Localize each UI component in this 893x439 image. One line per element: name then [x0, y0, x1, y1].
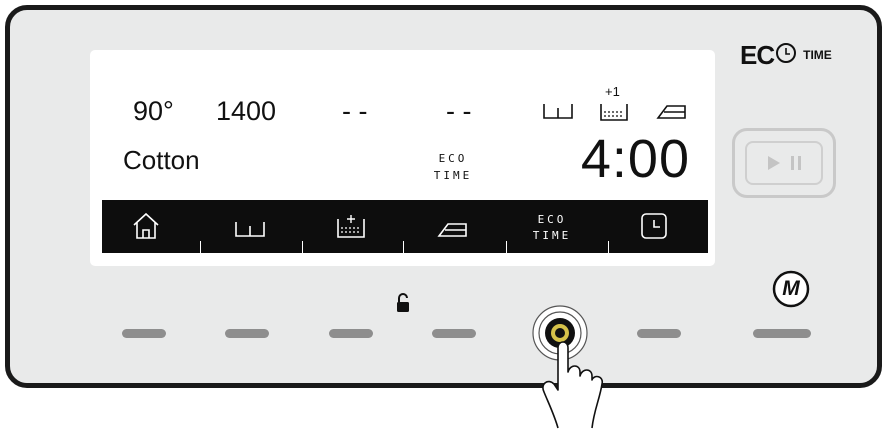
menu-separator: [608, 241, 609, 253]
menu-separator: [200, 241, 201, 253]
touch-button-3[interactable]: [329, 329, 373, 338]
play-pause-button[interactable]: [732, 128, 836, 198]
brand-time-text: TIME: [803, 48, 832, 62]
delay-timer-icon[interactable]: [634, 208, 674, 244]
temperature-value: 90°: [133, 96, 174, 126]
menu-separator: [302, 241, 303, 253]
option2-value: - -: [446, 96, 472, 126]
easy-iron-icon: [655, 94, 689, 122]
spin-value: 1400: [216, 96, 277, 126]
brand-eco-text: EC: [740, 39, 775, 70]
touch-button-m[interactable]: [753, 329, 811, 338]
option1-value: - -: [342, 96, 368, 126]
eco-time-menu-line1: ECO: [537, 213, 567, 226]
clock-icon: [775, 42, 797, 69]
spin-icon: [541, 94, 575, 122]
time-remaining: 4:00: [580, 129, 690, 189]
eco-time-menu-line2: TIME: [532, 229, 572, 242]
program-name: Cotton: [123, 145, 200, 175]
eco-time-label: ECO TIME: [426, 150, 480, 184]
menu-bar: ECO TIME: [102, 200, 708, 253]
touch-button-1[interactable]: [122, 329, 166, 338]
spin-menu-icon[interactable]: [230, 208, 270, 244]
play-pause-icon: [745, 141, 823, 185]
touch-button-2[interactable]: [225, 329, 269, 338]
extra-rinse-menu-icon[interactable]: [331, 208, 371, 244]
eco-label-line2: TIME: [433, 169, 473, 182]
pointing-hand-icon: [530, 328, 620, 434]
lock-icon: [396, 293, 410, 313]
menu-m-button[interactable]: M: [771, 269, 811, 309]
menu-separator: [403, 241, 404, 253]
eco-time-menu-item[interactable]: ECO TIME: [522, 212, 582, 244]
home-icon[interactable]: [126, 208, 166, 244]
control-panel: 90° 1400 - - - - +1 Cotton ECO TIME 4:00: [5, 5, 882, 429]
eco-label-line1: ECO: [438, 152, 468, 165]
easy-iron-menu-icon[interactable]: [433, 208, 473, 244]
menu-separator: [506, 241, 507, 253]
eco-time-logo: EC TIME: [740, 40, 832, 70]
touch-button-6[interactable]: [637, 329, 681, 338]
display-screen: 90° 1400 - - - - +1 Cotton ECO TIME 4:00: [90, 50, 715, 266]
m-button-label: M: [782, 277, 800, 300]
touch-button-4[interactable]: [432, 329, 476, 338]
extra-rinse-icon: +1: [597, 84, 631, 124]
